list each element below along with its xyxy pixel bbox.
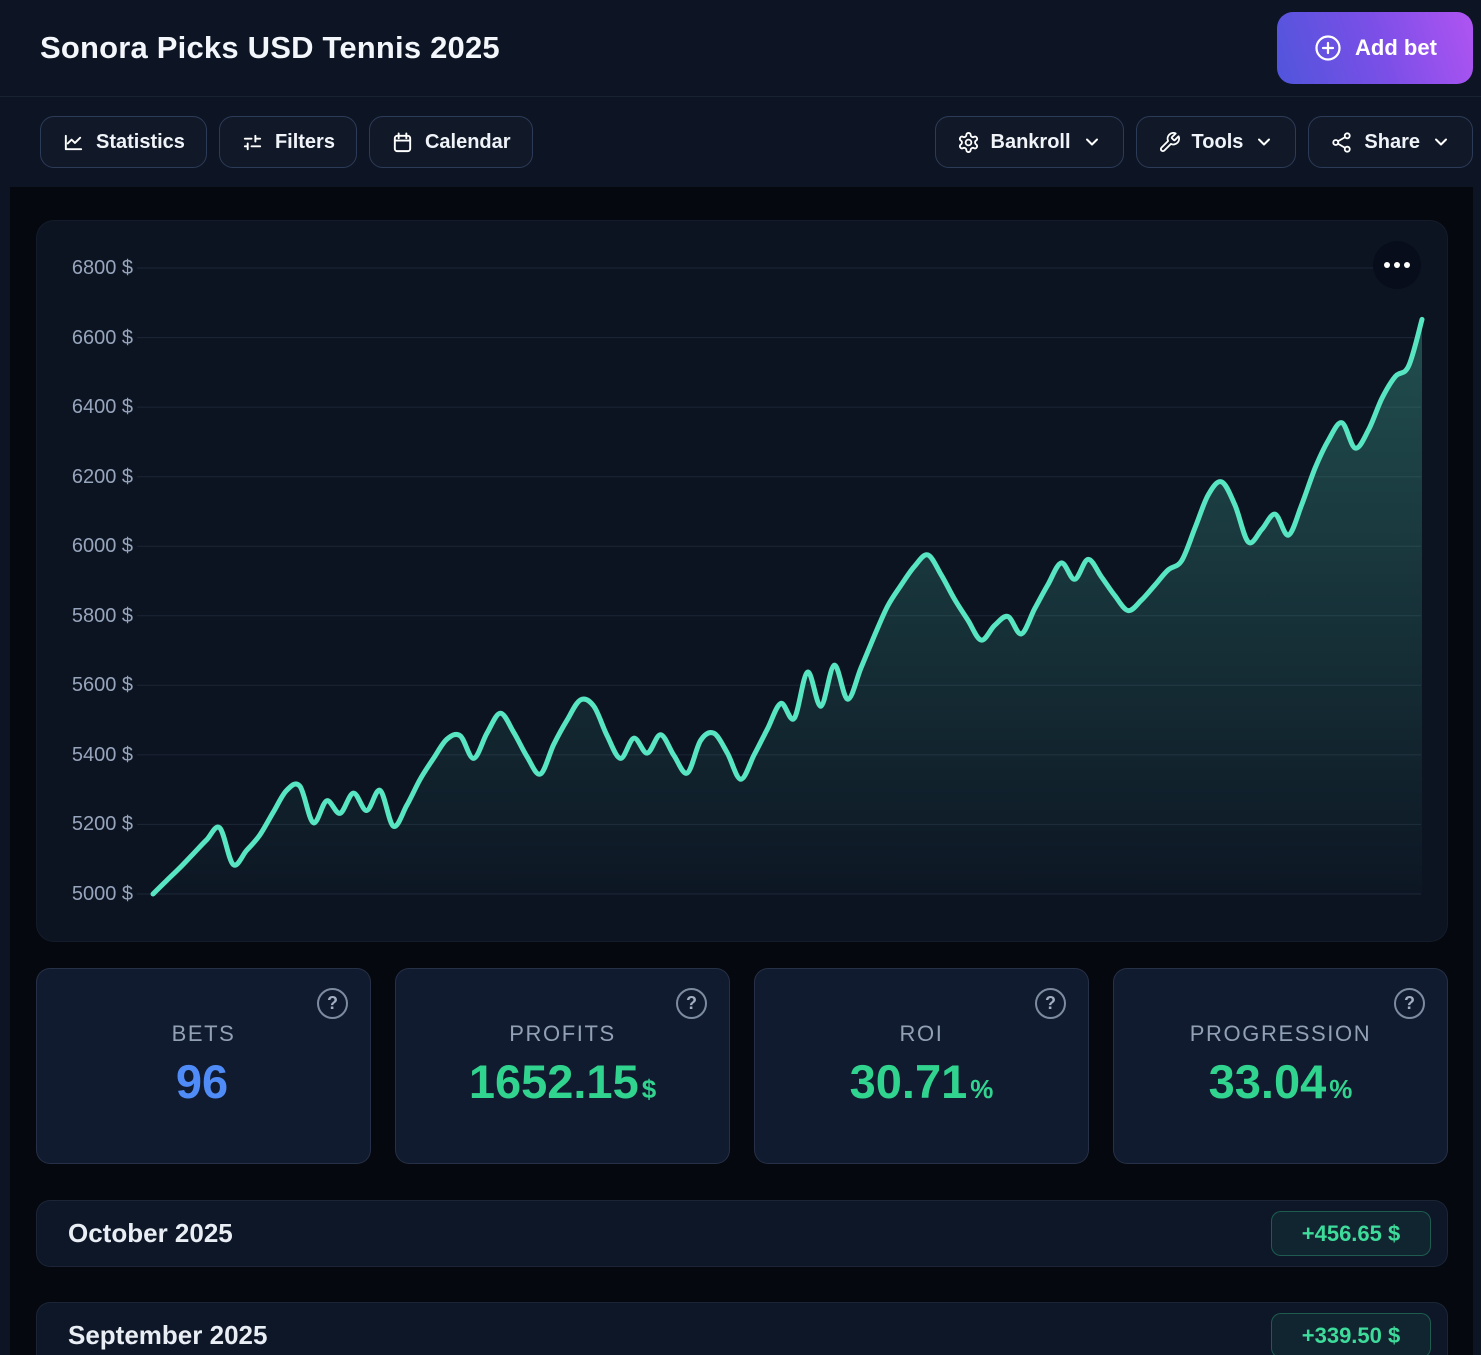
stat-label: BETS xyxy=(172,1021,236,1047)
plus-circle-icon xyxy=(1313,33,1343,63)
calendar-button[interactable]: Calendar xyxy=(369,116,533,168)
share-label: Share xyxy=(1364,131,1420,154)
stat-value: 1652.15$ xyxy=(469,1054,656,1109)
filters-label: Filters xyxy=(275,131,335,154)
ellipsis-icon xyxy=(1384,262,1390,268)
toolbar-right-group: Bankroll Tools Share xyxy=(935,116,1473,168)
stat-value: 30.71% xyxy=(850,1054,994,1109)
help-icon[interactable]: ? xyxy=(317,988,348,1019)
stat-card-roi: ? ROI 30.71% xyxy=(754,968,1089,1164)
month-profit-badge: +456.65 $ xyxy=(1271,1211,1431,1256)
chevron-down-icon xyxy=(1431,132,1451,152)
stats-cards: ? BETS 96 ? PROFITS 1652.15$ ? ROI 30.71… xyxy=(36,968,1448,1164)
stat-value: 33.04% xyxy=(1209,1054,1353,1109)
share-icon xyxy=(1330,131,1353,154)
gear-icon xyxy=(957,131,980,154)
help-icon[interactable]: ? xyxy=(1035,988,1066,1019)
header: Sonora Picks USD Tennis 2025 Add bet xyxy=(0,0,1481,97)
wrench-icon xyxy=(1158,131,1181,154)
stat-card-progression: ? PROGRESSION 33.04% xyxy=(1113,968,1448,1164)
statistics-button[interactable]: Statistics xyxy=(40,116,207,168)
chevron-down-icon xyxy=(1082,132,1102,152)
help-icon[interactable]: ? xyxy=(676,988,707,1019)
stat-card-bets: ? BETS 96 xyxy=(36,968,371,1164)
ellipsis-icon xyxy=(1404,262,1410,268)
bankroll-label: Bankroll xyxy=(991,131,1071,154)
stat-label: PROFITS xyxy=(509,1021,616,1047)
bankroll-line-chart xyxy=(37,221,1448,942)
tools-dropdown[interactable]: Tools xyxy=(1136,116,1297,168)
calendar-icon xyxy=(391,131,414,154)
bankroll-chart-panel: 6800 $6600 $6400 $6200 $6000 $5800 $5600… xyxy=(36,220,1448,942)
stat-value: 96 xyxy=(176,1054,231,1109)
chevron-down-icon xyxy=(1254,132,1274,152)
bankroll-dropdown[interactable]: Bankroll xyxy=(935,116,1124,168)
chart-more-button[interactable] xyxy=(1373,241,1421,289)
month-profit-badge: +339.50 $ xyxy=(1271,1313,1431,1355)
calendar-label: Calendar xyxy=(425,131,511,154)
page-title: Sonora Picks USD Tennis 2025 xyxy=(40,30,500,66)
stat-card-profits: ? PROFITS 1652.15$ xyxy=(395,968,730,1164)
chart-line-icon xyxy=(62,131,85,154)
toolbar-left-group: Statistics Filters Calendar xyxy=(40,116,533,168)
main-content: 6800 $6600 $6400 $6200 $6000 $5800 $5600… xyxy=(10,187,1473,1355)
month-row-october[interactable]: October 2025 +456.65 $ xyxy=(36,1200,1448,1267)
month-label: September 2025 xyxy=(68,1320,267,1351)
help-icon[interactable]: ? xyxy=(1394,988,1425,1019)
month-label: October 2025 xyxy=(68,1218,233,1249)
month-row-september[interactable]: September 2025 +339.50 $ xyxy=(36,1302,1448,1355)
add-bet-button[interactable]: Add bet xyxy=(1277,12,1473,84)
add-bet-label: Add bet xyxy=(1355,35,1437,61)
ellipsis-icon xyxy=(1394,262,1400,268)
stat-label: ROI xyxy=(900,1021,944,1047)
share-dropdown[interactable]: Share xyxy=(1308,116,1473,168)
filters-button[interactable]: Filters xyxy=(219,116,357,168)
sliders-icon xyxy=(241,131,264,154)
tools-label: Tools xyxy=(1192,131,1244,154)
month-list: October 2025 +456.65 $ September 2025 +3… xyxy=(36,1200,1448,1355)
statistics-label: Statistics xyxy=(96,131,185,154)
stat-label: PROGRESSION xyxy=(1190,1021,1371,1047)
toolbar: Statistics Filters Calendar Bankroll xyxy=(0,97,1481,187)
